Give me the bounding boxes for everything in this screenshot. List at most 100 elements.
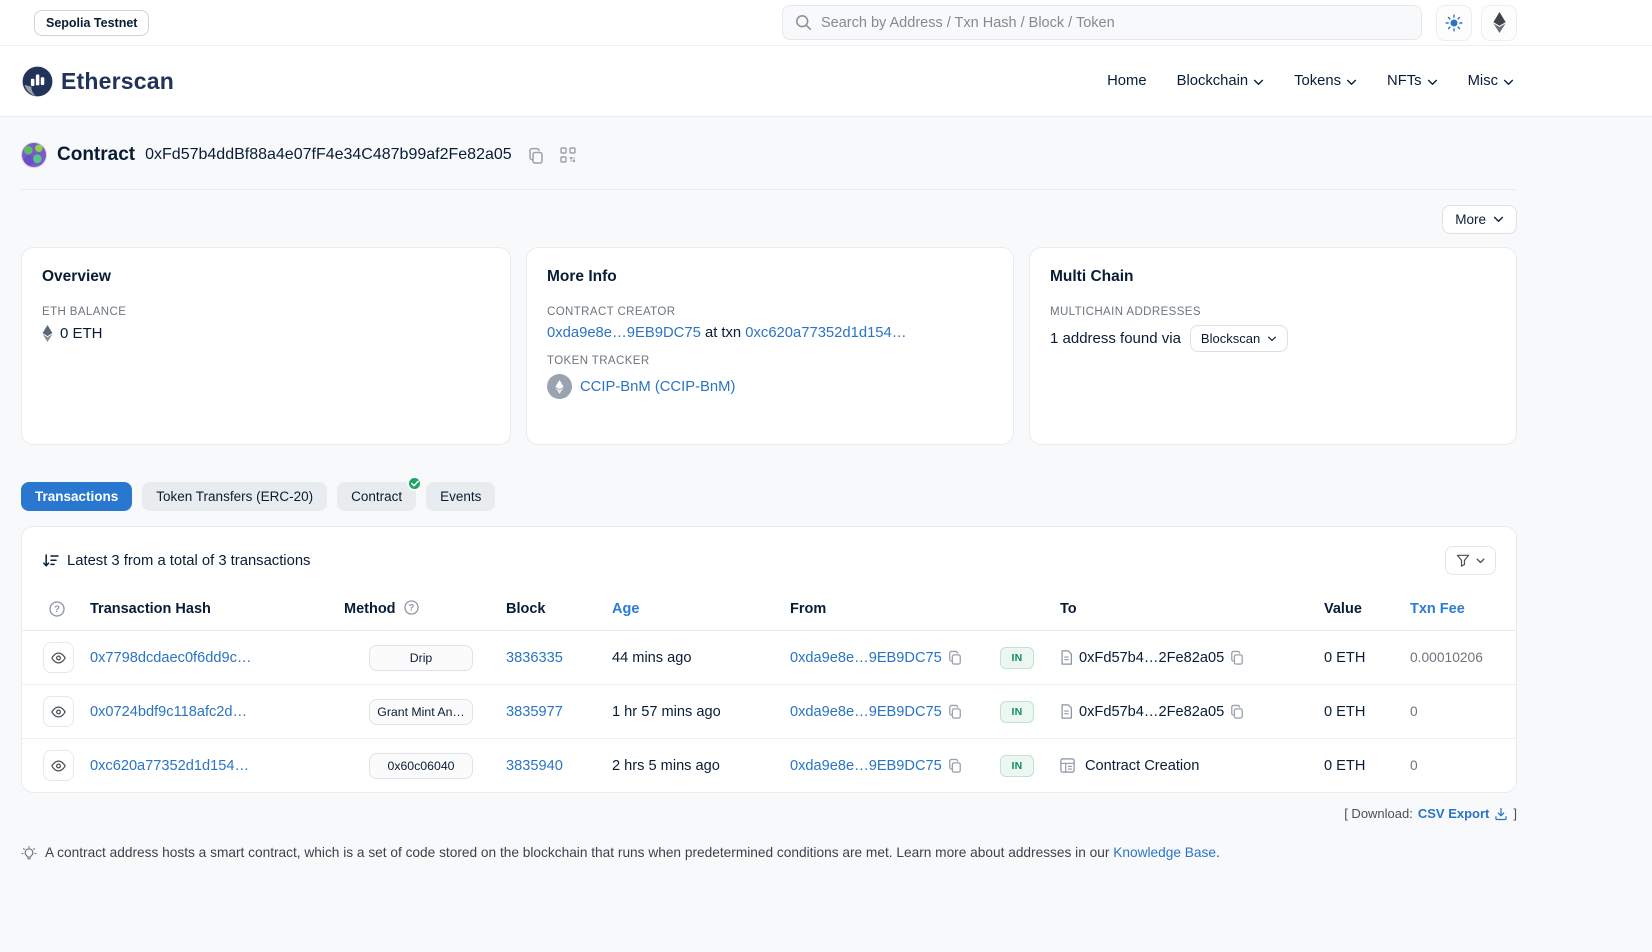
search-bar[interactable] bbox=[782, 5, 1422, 40]
age-cell: 1 hr 57 mins ago bbox=[608, 685, 786, 739]
nav-item-home[interactable]: Home bbox=[1107, 73, 1146, 89]
help-circle-icon[interactable]: ? bbox=[404, 600, 419, 615]
age-cell: 44 mins ago bbox=[608, 631, 786, 685]
nav-item-tokens[interactable]: Tokens bbox=[1294, 73, 1357, 89]
blockscan-dropdown-button[interactable]: Blockscan bbox=[1190, 325, 1288, 352]
method-badge[interactable]: Drip bbox=[369, 645, 473, 671]
transactions-panel: Latest 3 from a total of 3 transactions … bbox=[21, 526, 1517, 793]
search-icon bbox=[795, 14, 812, 31]
theme-toggle-button[interactable] bbox=[1436, 5, 1472, 41]
qr-code-button[interactable] bbox=[560, 147, 576, 163]
txn-fee-cell: 0.00010206 bbox=[1400, 631, 1517, 685]
direction-badge: IN bbox=[1000, 647, 1034, 669]
method-badge[interactable]: 0x60c06040 bbox=[369, 753, 473, 779]
chevron-down-icon bbox=[1493, 216, 1504, 223]
tip-suffix: . bbox=[1216, 845, 1220, 860]
overview-card-title: Overview bbox=[42, 268, 490, 286]
transactions-summary-text: Latest 3 from a total of 3 transactions bbox=[67, 553, 310, 569]
multichain-card: Multi Chain MULTICHAIN ADDRESSES 1 addre… bbox=[1029, 247, 1517, 445]
copy-icon[interactable] bbox=[948, 650, 962, 665]
token-tracker-link[interactable]: CCIP-BnM (CCIP-BnM) bbox=[580, 379, 735, 395]
col-block: Block bbox=[502, 590, 608, 631]
help-circle-icon[interactable]: ? bbox=[49, 601, 82, 617]
col-value: Value bbox=[1312, 590, 1400, 631]
brand-name: Etherscan bbox=[61, 68, 174, 95]
eye-icon bbox=[51, 706, 66, 718]
svg-text:?: ? bbox=[408, 603, 413, 613]
block-link[interactable]: 3835977 bbox=[506, 704, 563, 720]
multichain-addresses-label: MULTICHAIN ADDRESSES bbox=[1050, 306, 1496, 318]
tab-transactions[interactable]: Transactions bbox=[21, 482, 132, 511]
nav-item-misc[interactable]: Misc bbox=[1468, 73, 1514, 89]
txn-hash-link[interactable]: 0x0724bdf9c118afc2d… bbox=[90, 704, 247, 720]
table-row: 0x7798dcdaec0f6dd9c… Drip 3836335 44 min… bbox=[22, 631, 1517, 685]
direction-badge: IN bbox=[1000, 701, 1034, 723]
csv-export-link[interactable]: CSV Export bbox=[1418, 806, 1509, 821]
network-badge[interactable]: Sepolia Testnet bbox=[34, 10, 149, 36]
etherscan-logo-icon bbox=[22, 66, 53, 97]
col-method: Method ? bbox=[340, 590, 502, 631]
preview-txn-button[interactable] bbox=[43, 642, 74, 673]
tab-token-transfers[interactable]: Token Transfers (ERC-20) bbox=[142, 482, 327, 511]
filter-button[interactable] bbox=[1445, 546, 1496, 575]
contract-file-icon bbox=[1060, 704, 1073, 719]
tip-text: A contract address hosts a smart contrac… bbox=[45, 845, 1109, 860]
more-info-card-title: More Info bbox=[547, 268, 993, 286]
multichain-card-title: Multi Chain bbox=[1050, 268, 1496, 286]
token-tracker-label: TOKEN TRACKER bbox=[547, 355, 993, 367]
contract-file-icon bbox=[1060, 650, 1073, 665]
copy-icon[interactable] bbox=[1230, 704, 1244, 719]
txn-hash-link[interactable]: 0x7798dcdaec0f6dd9c… bbox=[90, 650, 251, 666]
copy-address-button[interactable] bbox=[528, 147, 544, 164]
eth-balance-value: 0 ETH bbox=[60, 325, 103, 342]
download-suffix-text: ] bbox=[1513, 806, 1517, 821]
value-cell: 0 ETH bbox=[1312, 631, 1400, 685]
etherscan-logo[interactable]: Etherscan bbox=[22, 66, 174, 97]
col-age-toggle[interactable]: Age bbox=[608, 590, 786, 631]
sort-descending-icon bbox=[43, 553, 59, 568]
contract-creation-icon bbox=[1060, 758, 1075, 773]
preview-txn-button[interactable] bbox=[43, 696, 74, 727]
creation-txn-link[interactable]: 0xc620a77352d1d154… bbox=[745, 325, 906, 341]
col-from: From bbox=[786, 590, 982, 631]
nav-menu: Home Blockchain Tokens NFTs Misc bbox=[1107, 73, 1514, 89]
network-selector-button[interactable] bbox=[1481, 5, 1517, 41]
address-identicon bbox=[21, 142, 47, 168]
col-txn-fee-toggle[interactable]: Txn Fee bbox=[1400, 590, 1517, 631]
chevron-down-icon bbox=[1427, 79, 1438, 86]
search-input[interactable] bbox=[821, 15, 1409, 31]
svg-text:?: ? bbox=[54, 604, 60, 615]
table-header-row: ? Transaction Hash Method ? Block Age Fr… bbox=[22, 590, 1517, 631]
method-badge[interactable]: Grant Mint An… bbox=[369, 699, 473, 725]
creator-address-link[interactable]: 0xda9e8e…9EB9DC75 bbox=[547, 325, 701, 341]
tab-contract[interactable]: Contract bbox=[337, 482, 416, 511]
table-row: 0x0724bdf9c118afc2d… Grant Mint An… 3835… bbox=[22, 685, 1517, 739]
tab-bar: Transactions Token Transfers (ERC-20) Co… bbox=[21, 482, 1517, 511]
chevron-down-icon bbox=[1503, 79, 1514, 86]
lightbulb-icon bbox=[21, 846, 37, 862]
copy-icon[interactable] bbox=[948, 758, 962, 773]
block-link[interactable]: 3836335 bbox=[506, 650, 563, 666]
from-address-link[interactable]: 0xda9e8e…9EB9DC75 bbox=[790, 704, 942, 720]
copy-icon[interactable] bbox=[1230, 650, 1244, 665]
copy-icon[interactable] bbox=[948, 704, 962, 719]
nav-item-blockchain[interactable]: Blockchain bbox=[1177, 73, 1265, 89]
verified-check-icon bbox=[407, 476, 422, 491]
from-address-link[interactable]: 0xda9e8e…9EB9DC75 bbox=[790, 758, 942, 774]
block-link[interactable]: 3835940 bbox=[506, 758, 563, 774]
knowledge-base-link[interactable]: Knowledge Base bbox=[1113, 845, 1216, 860]
more-info-card: More Info CONTRACT CREATOR 0xda9e8e…9EB9… bbox=[526, 247, 1014, 445]
txn-hash-link[interactable]: 0xc620a77352d1d154… bbox=[90, 758, 249, 774]
main-nav: Etherscan Home Blockchain Tokens NFTs Mi… bbox=[0, 46, 1652, 117]
copy-icon bbox=[528, 147, 544, 164]
nav-item-nfts[interactable]: NFTs bbox=[1387, 73, 1438, 89]
from-address-link[interactable]: 0xda9e8e…9EB9DC75 bbox=[790, 650, 942, 666]
to-address-text: Contract Creation bbox=[1085, 758, 1199, 774]
more-button[interactable]: More bbox=[1442, 205, 1517, 234]
preview-txn-button[interactable] bbox=[43, 750, 74, 781]
contract-address: 0xFd57b4ddBf88a4e07fF4e34C487b99af2Fe82a… bbox=[145, 146, 512, 164]
eye-icon bbox=[51, 760, 66, 772]
tab-events[interactable]: Events bbox=[426, 482, 495, 511]
contract-header: Contract 0xFd57b4ddBf88a4e07fF4e34C487b9… bbox=[21, 117, 1517, 190]
eth-diamond-icon bbox=[42, 325, 53, 342]
